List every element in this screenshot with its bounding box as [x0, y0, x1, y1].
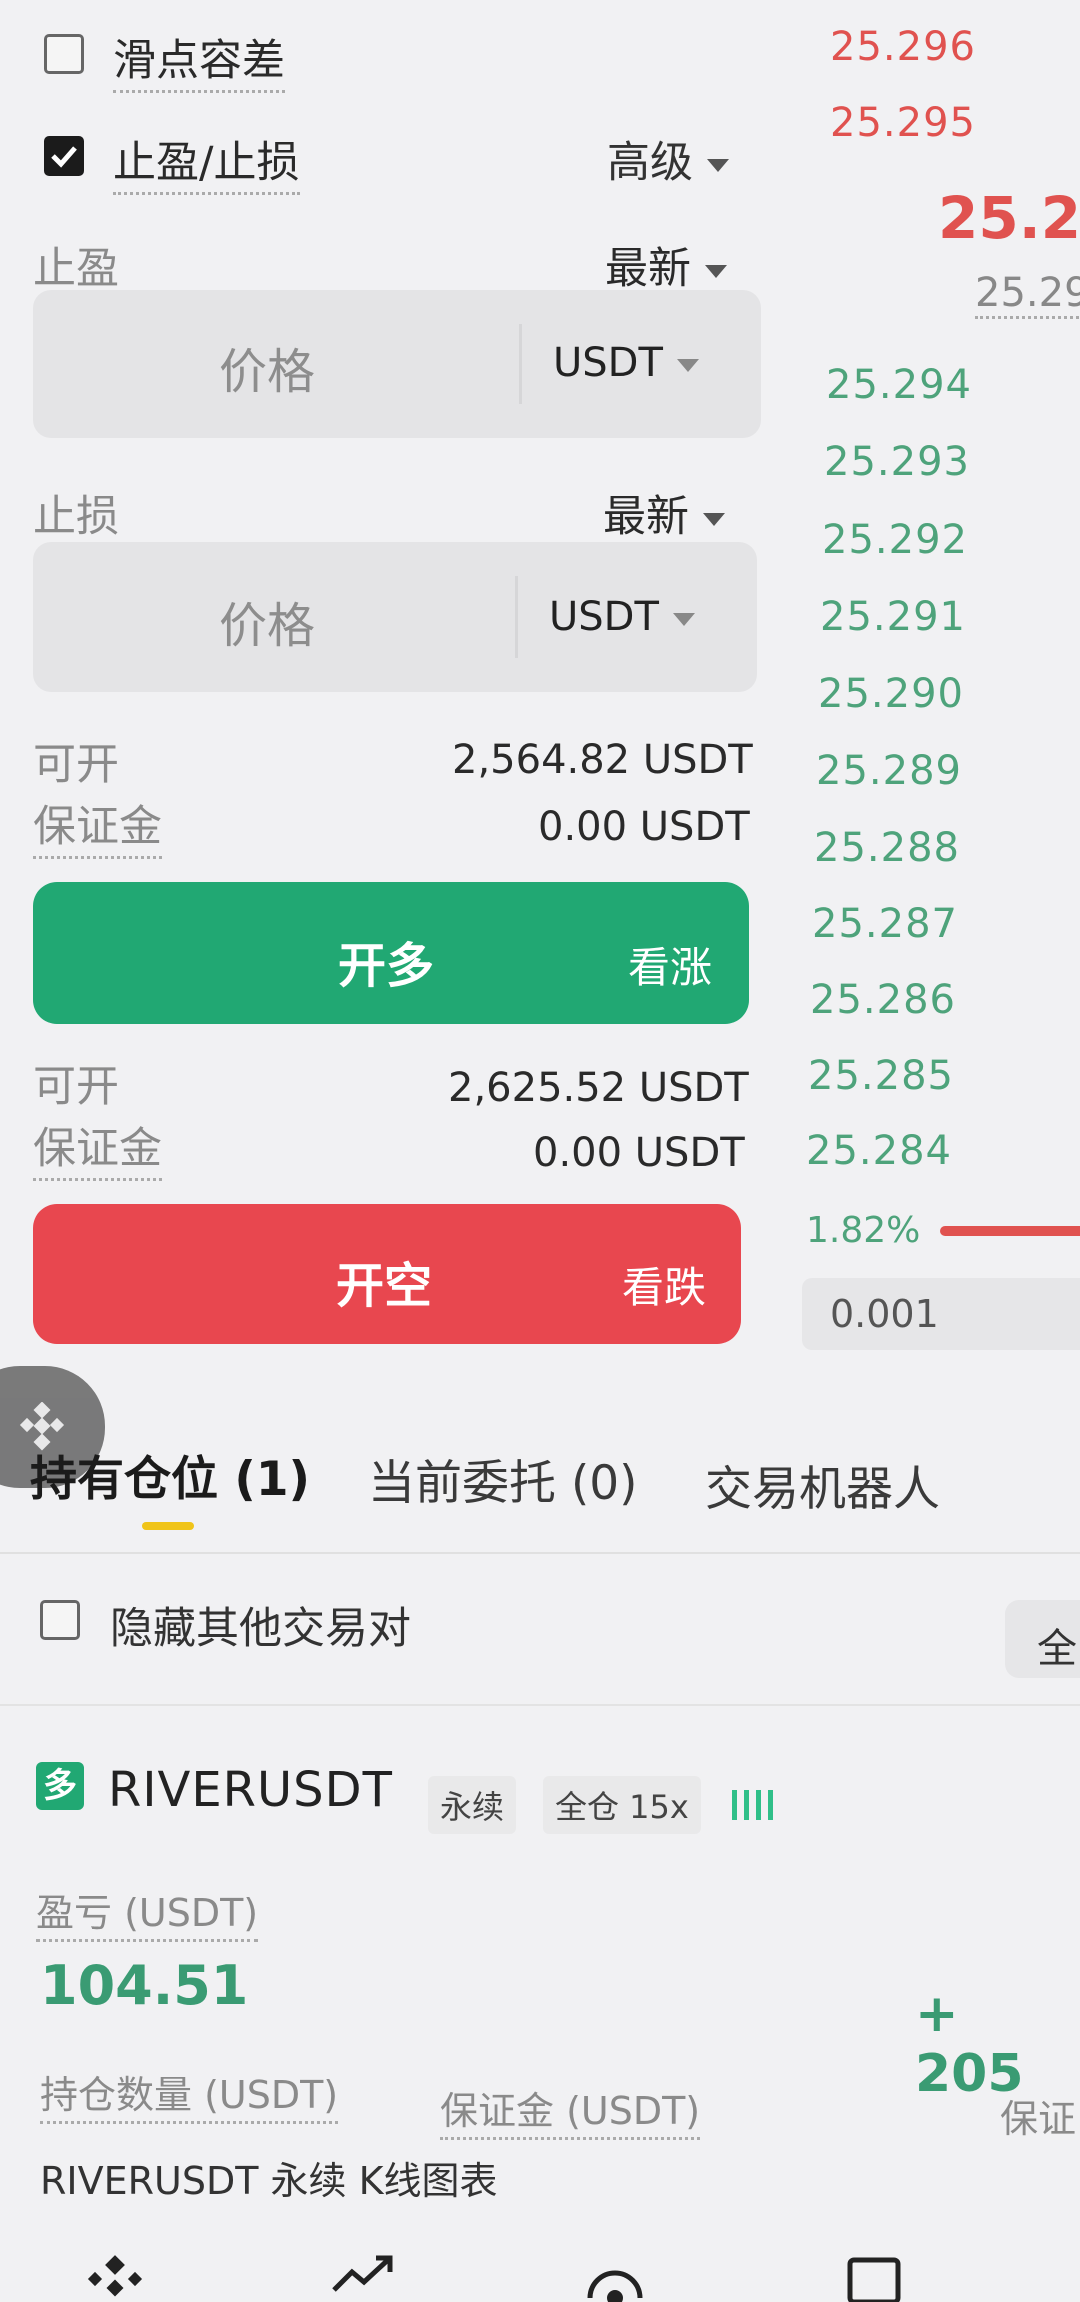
- ask-price[interactable]: 25.295: [830, 100, 976, 146]
- bid-price[interactable]: 25.293: [824, 439, 970, 485]
- take-profit-trigger-dropdown[interactable]: 最新: [605, 234, 727, 296]
- open-short-sublabel: 看跌: [622, 1263, 707, 1312]
- last-price: 25.29: [938, 184, 1080, 252]
- hide-other-pairs-checkbox[interactable]: [40, 1600, 80, 1640]
- pnl-label: 盈亏 (USDT): [36, 1882, 259, 1942]
- stop-loss-trigger-value: 最新: [603, 492, 689, 542]
- long-margin-value: 0.00 USDT: [538, 804, 750, 850]
- short-margin-value: 0.00 USDT: [533, 1130, 745, 1176]
- open-long-label: 开多: [338, 938, 435, 994]
- chevron-down-icon: [703, 513, 725, 526]
- mark-price: 25.29: [975, 270, 1080, 319]
- bid-price[interactable]: 25.284: [806, 1128, 952, 1174]
- markets-icon[interactable]: [330, 2250, 400, 2298]
- bid-price[interactable]: 25.286: [810, 977, 956, 1023]
- bid-price[interactable]: 25.288: [814, 825, 960, 871]
- pnl-value: 104.51: [40, 1954, 249, 2017]
- ratio-bar: [940, 1226, 1080, 1236]
- home-icon[interactable]: [80, 2252, 150, 2300]
- margin-mode-badge[interactable]: 全仓 15x: [543, 1776, 701, 1834]
- stop-loss-unit: USDT: [549, 594, 659, 640]
- open-long-sublabel: 看涨: [628, 943, 713, 992]
- long-available-label: 可开: [33, 740, 119, 790]
- take-profit-label: 止盈: [33, 244, 119, 294]
- slippage-label: 滑点容差: [113, 26, 285, 93]
- check-icon: [51, 146, 77, 168]
- precision-value: 0.001: [830, 1292, 939, 1336]
- bid-price[interactable]: 25.292: [822, 517, 968, 563]
- stop-loss-price-input[interactable]: 价格: [219, 586, 315, 656]
- advanced-label: 高级: [607, 138, 693, 188]
- take-profit-unit: USDT: [553, 340, 663, 386]
- position-size-label: 持仓数量 (USDT): [40, 2064, 339, 2124]
- signal-strength-icon: [730, 1784, 780, 1824]
- tab-positions[interactable]: 持有仓位 (1): [30, 1440, 310, 1509]
- tab-open-orders[interactable]: 当前委托 (0): [368, 1444, 638, 1513]
- take-profit-trigger-value: 最新: [605, 244, 691, 294]
- short-available-value: 2,625.52 USDT: [448, 1065, 749, 1111]
- bid-price[interactable]: 25.289: [816, 748, 962, 794]
- chevron-down-icon: [672, 612, 695, 626]
- slippage-checkbox[interactable]: [44, 34, 84, 74]
- advanced-dropdown[interactable]: 高级: [607, 128, 729, 190]
- bid-price[interactable]: 25.285: [808, 1053, 954, 1099]
- tpsl-label: 止盈/止损: [113, 128, 300, 195]
- position-symbol[interactable]: RIVERUSDT: [108, 1762, 393, 1818]
- position-type-badge: 永续: [428, 1776, 517, 1834]
- stop-loss-label: 止损: [33, 492, 119, 542]
- stop-loss-unit-dropdown[interactable]: USDT: [549, 594, 695, 640]
- wallet-icon[interactable]: [840, 2254, 910, 2302]
- precision-dropdown[interactable]: 0.001: [802, 1278, 1080, 1350]
- tab-trading-bots[interactable]: 交易机器人: [705, 1450, 940, 1519]
- long-available-value: 2,564.82 USDT: [452, 737, 753, 783]
- bid-price[interactable]: 25.294: [826, 362, 972, 408]
- trade-icon[interactable]: [580, 2254, 650, 2302]
- long-side-icon: 多: [36, 1762, 84, 1810]
- tpsl-checkbox[interactable]: [44, 136, 84, 176]
- ask-price[interactable]: 25.296: [830, 24, 976, 70]
- chevron-down-icon: [705, 265, 727, 278]
- long-margin-label: 保证金: [33, 792, 162, 859]
- bid-price[interactable]: 25.287: [812, 901, 958, 947]
- stop-loss-price-field[interactable]: 价格 USDT: [33, 542, 757, 692]
- divider: [519, 324, 522, 404]
- position-margin-label: 保证金 (USDT): [440, 2080, 701, 2140]
- open-short-label: 开空: [336, 1258, 433, 1314]
- roe-value: + 205: [915, 1984, 1024, 2104]
- close-all-button[interactable]: 全: [1005, 1600, 1080, 1678]
- divider: [0, 1704, 1080, 1706]
- divider: [0, 1552, 1080, 1554]
- open-long-button[interactable]: 开多 看涨: [33, 882, 749, 1024]
- take-profit-price-input[interactable]: 价格: [219, 332, 315, 402]
- close-all-label: 全: [1037, 1626, 1077, 1672]
- divider: [515, 576, 518, 658]
- bottom-nav: [0, 2236, 1080, 2302]
- open-short-button[interactable]: 开空 看跌: [33, 1204, 741, 1344]
- hide-other-pairs-label: 隐藏其他交易对: [110, 1604, 411, 1654]
- bid-price[interactable]: 25.290: [818, 671, 964, 717]
- bid-price[interactable]: 25.291: [820, 594, 966, 640]
- kline-chart-link[interactable]: RIVERUSDT 永续 K线图表: [40, 2150, 498, 2205]
- short-margin-label: 保证金: [33, 1114, 162, 1181]
- short-available-label: 可开: [33, 1062, 119, 1112]
- margin-ratio-label: 保证: [1000, 2097, 1077, 2141]
- active-tab-indicator: [142, 1522, 194, 1530]
- chevron-down-icon: [676, 358, 699, 372]
- buy-sell-ratio: 1.82%: [806, 1210, 921, 1251]
- chevron-down-icon: [707, 159, 729, 172]
- stop-loss-trigger-dropdown[interactable]: 最新: [603, 482, 725, 544]
- take-profit-unit-dropdown[interactable]: USDT: [553, 340, 699, 386]
- take-profit-price-field[interactable]: 价格 USDT: [33, 290, 761, 438]
